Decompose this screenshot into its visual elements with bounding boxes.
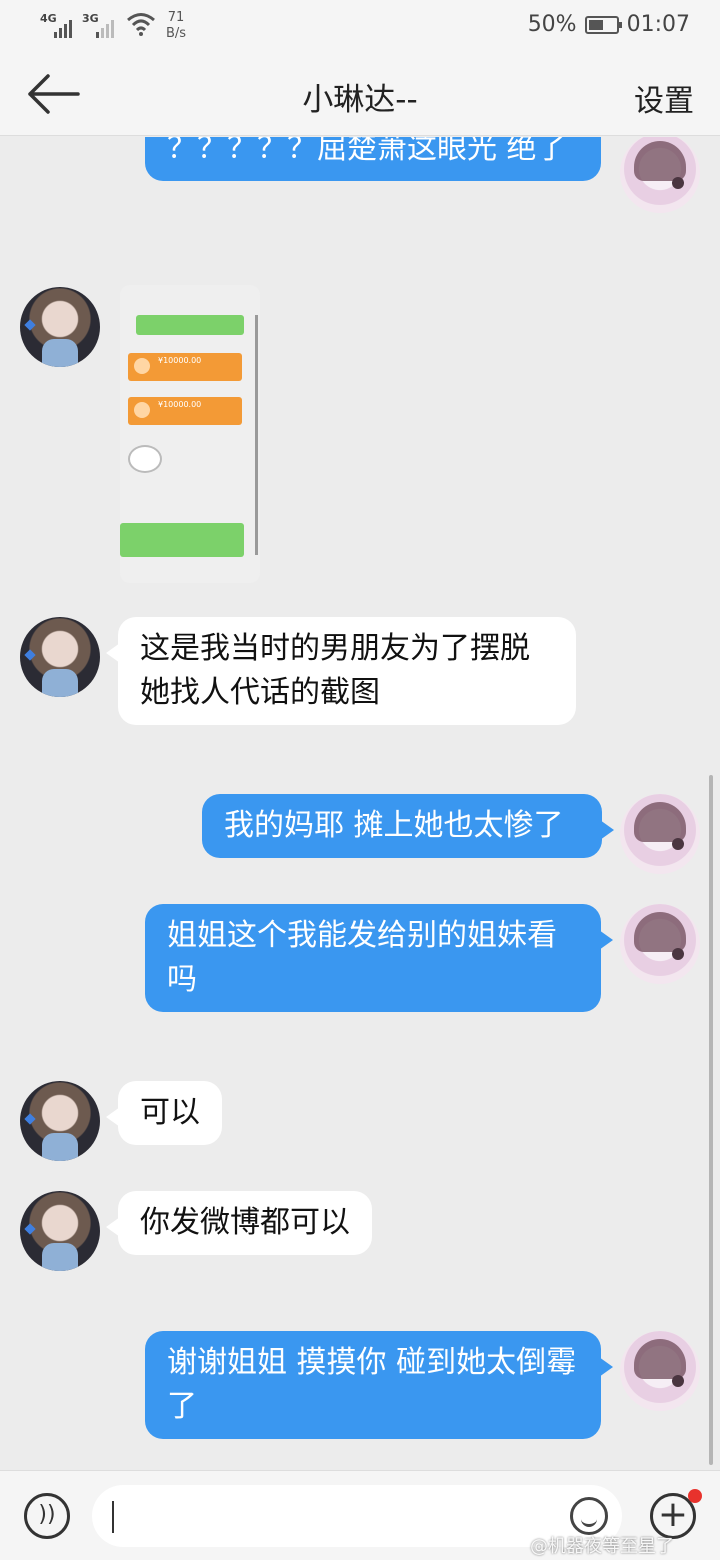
message-bubble-incoming[interactable]: 可以 bbox=[106, 1081, 222, 1145]
avatar-self[interactable] bbox=[620, 904, 700, 984]
avatar-contact[interactable] bbox=[20, 1191, 100, 1271]
avatar-self[interactable] bbox=[620, 794, 700, 874]
avatar-contact[interactable] bbox=[20, 617, 100, 697]
battery-percent: 50% bbox=[527, 12, 577, 37]
settings-button[interactable]: 设置 bbox=[634, 76, 694, 120]
network-speed: 71 B/s bbox=[166, 10, 187, 41]
avatar-self[interactable] bbox=[620, 137, 700, 213]
chat-title: 小琳达-- bbox=[302, 82, 418, 118]
message-list[interactable]: ？？？？？屈楚萧这眼光 绝了 ¥10000.00 ¥10000.00 这是我当时… bbox=[0, 137, 720, 1470]
scrollbar[interactable] bbox=[709, 775, 713, 1465]
message-bubble-outgoing[interactable]: 谢谢姐姐 摸摸你 碰到她太倒霉了 bbox=[145, 1331, 613, 1439]
wifi-icon bbox=[127, 13, 155, 36]
voice-input-icon[interactable]: )) bbox=[24, 1493, 70, 1539]
avatar-contact[interactable] bbox=[20, 1081, 100, 1161]
signal-icon: 3G bbox=[82, 10, 120, 40]
avatar-self[interactable] bbox=[620, 1331, 700, 1411]
avatar-contact[interactable] bbox=[20, 287, 100, 367]
clock: 01:07 bbox=[626, 12, 690, 37]
message-bubble-incoming[interactable]: 你发微博都可以 bbox=[106, 1191, 372, 1255]
notification-badge bbox=[688, 1489, 702, 1503]
text-cursor bbox=[112, 1501, 114, 1533]
message-bubble-outgoing[interactable]: ？？？？？屈楚萧这眼光 绝了 bbox=[145, 137, 601, 181]
chat-header: 小琳达-- 设置 bbox=[0, 52, 720, 136]
emoji-icon[interactable] bbox=[570, 1497, 608, 1535]
status-bar: 4G 3G 71 B/s 50% 01:07 bbox=[0, 0, 720, 52]
message-bubble-outgoing[interactable]: 我的妈耶 摊上她也太惨了 bbox=[202, 794, 614, 858]
message-bubble-incoming[interactable]: 这是我当时的男朋友为了摆脱她找人代话的截图 bbox=[106, 617, 576, 725]
message-image[interactable]: ¥10000.00 ¥10000.00 bbox=[120, 285, 260, 583]
watermark: @机器夜等至星了 bbox=[530, 1536, 674, 1557]
signal-icon: 4G bbox=[40, 10, 78, 40]
message-bubble-outgoing[interactable]: 姐姐这个我能发给别的姐妹看吗 bbox=[145, 904, 613, 1012]
battery-icon bbox=[584, 15, 622, 34]
